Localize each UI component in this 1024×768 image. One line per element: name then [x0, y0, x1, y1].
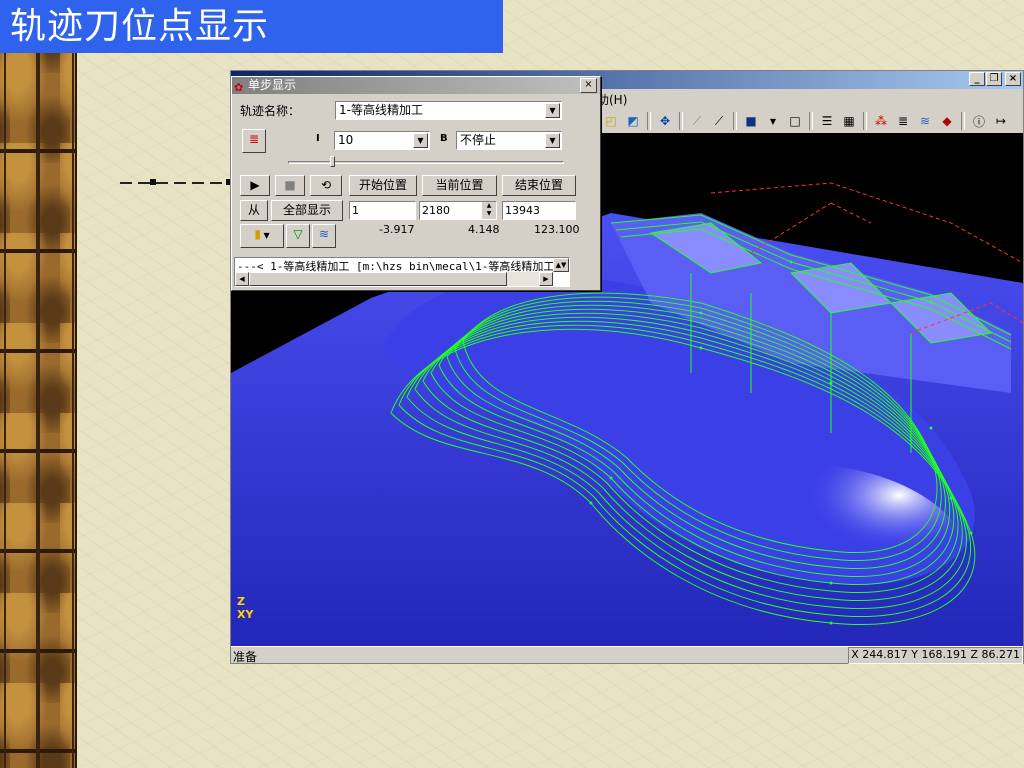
start-index-field[interactable]: 1 — [349, 201, 416, 220]
end-position-button[interactable]: 结束位置 — [502, 175, 576, 196]
measure-icon[interactable]: ⟋ — [709, 111, 729, 131]
from-button[interactable]: 从 — [240, 200, 268, 221]
cursor-coordinates: X 244.817 Y 168.191 Z 86.271 — [848, 647, 1023, 664]
close-button[interactable]: × — [1005, 72, 1021, 86]
connector-node — [150, 179, 156, 185]
filter-button[interactable]: ▽ — [286, 224, 310, 248]
scroll-thumb[interactable] — [249, 272, 507, 286]
paw-icon: ✿ — [234, 81, 244, 94]
dialog-title: 单步显示 — [248, 78, 297, 92]
end-index-field[interactable]: 13943 — [502, 201, 576, 220]
horizontal-scrollbar[interactable]: ◀ ▶ — [235, 272, 553, 286]
spin-updown-icon[interactable]: ▲ ▼ — [482, 202, 496, 219]
track-name-select[interactable]: 1-等高线精加工 ▼ — [335, 101, 562, 120]
step-slider-thumb[interactable] — [330, 156, 335, 167]
vertical-spin-icon[interactable]: ▲▼ — [553, 258, 569, 272]
list-settings-icon: ≣ — [248, 132, 260, 146]
start-position-button[interactable]: 开始位置 — [349, 175, 417, 196]
loop-icon: ⟲ — [320, 178, 332, 192]
select-icon[interactable]: ◩ — [623, 111, 643, 131]
show-all-button[interactable]: 全部显示 — [271, 200, 343, 221]
model-color-icon[interactable]: ◆ — [937, 111, 957, 131]
current-position-button[interactable]: 当前位置 — [422, 175, 497, 196]
scroll-right-icon[interactable]: ▶ — [539, 272, 553, 286]
dashed-connector-line — [120, 182, 230, 184]
track-list[interactable]: ---< 1-等高线精加工 [m:\hzs_bin\mecal\1-等高线精加工… — [234, 257, 570, 287]
statusbar: 准备 X 244.817 Y 168.191 Z 86.271 — [231, 646, 1023, 664]
tool-color-button[interactable]: ▮ ▼ — [240, 224, 284, 248]
chevron-down-icon[interactable]: ▼ — [545, 133, 560, 148]
table-icon[interactable]: ▦ — [839, 111, 859, 131]
coord-y-value: 4.148 — [468, 223, 500, 236]
play-icon: ▶ — [250, 178, 260, 192]
pan-icon[interactable]: ✥ — [655, 111, 675, 131]
toolpath-icon[interactable]: ⁂ — [871, 111, 891, 131]
coord-z-value: 123.100 — [534, 223, 580, 236]
stop-mode-select[interactable]: 不停止 ▼ — [456, 131, 562, 150]
play-button[interactable]: ▶ — [240, 175, 270, 196]
current-index-field[interactable]: 2180 ▲ ▼ — [419, 201, 497, 220]
view-toolbar: ◰ ◩ ✥ ⟋ ⟋ ■ ▼ □ ☰ ▦ ⁂ ≣ ≋ ◆ ⓘ ↦ — [601, 109, 1011, 133]
chevron-down-icon[interactable]: ▼ — [545, 103, 560, 118]
i-label: I — [316, 133, 320, 144]
minimize-button[interactable]: _ — [969, 72, 985, 86]
dropdown-arrow-icon[interactable]: ▼ — [763, 111, 783, 131]
distance-icon[interactable]: ↦ — [991, 111, 1011, 131]
list-icon[interactable]: ☰ — [817, 111, 837, 131]
step-interval-select[interactable]: 10 ▼ — [334, 131, 430, 150]
layers-icon[interactable]: ≣ — [893, 111, 913, 131]
chevron-down-icon[interactable]: ▼ — [413, 133, 428, 148]
draw-line-icon[interactable]: ⟋ — [687, 111, 707, 131]
info-icon[interactable]: ⓘ — [969, 111, 989, 131]
dialog-close-button[interactable]: × — [580, 78, 597, 93]
highlight-icon[interactable]: ◰ — [601, 111, 621, 131]
scroll-left-icon[interactable]: ◀ — [235, 272, 249, 286]
menu-help[interactable]: 助(H) — [597, 91, 627, 108]
settings-button[interactable]: ≣ — [242, 129, 266, 153]
stop-button[interactable]: ■ — [275, 175, 305, 196]
funnel-icon: ▽ — [293, 227, 303, 241]
shaded-cube-icon[interactable]: ■ — [741, 111, 761, 131]
path-colors-icon: ≋ — [318, 227, 330, 241]
status-text: 准备 — [233, 650, 258, 664]
slide-title: 轨迹刀位点显示 — [0, 0, 503, 53]
single-step-dialog: ✿ 单步显示 × 轨迹名称： 1-等高线精加工 ▼ ≣ I 10 ▼ B 不停止… — [231, 76, 601, 291]
tool-icon: ▮ — [254, 227, 261, 241]
colors-icon[interactable]: ≋ — [915, 111, 935, 131]
path-color-button[interactable]: ≋ — [312, 224, 336, 248]
track-name-label: 轨迹名称： — [240, 104, 301, 118]
decorative-wood-strip — [0, 53, 77, 768]
b-label: B — [440, 133, 448, 144]
axis-triad-icon: Z XY — [237, 595, 254, 621]
wireframe-cube-icon[interactable]: □ — [785, 111, 805, 131]
restore-button[interactable]: ❐ — [986, 72, 1002, 86]
coord-x-value: -3.917 — [379, 223, 415, 236]
chevron-down-icon: ▼ — [260, 231, 270, 240]
dialog-titlebar[interactable]: ✿ 单步显示 × — [232, 77, 600, 94]
loop-button[interactable]: ⟲ — [310, 175, 342, 196]
stop-icon: ■ — [284, 178, 296, 192]
